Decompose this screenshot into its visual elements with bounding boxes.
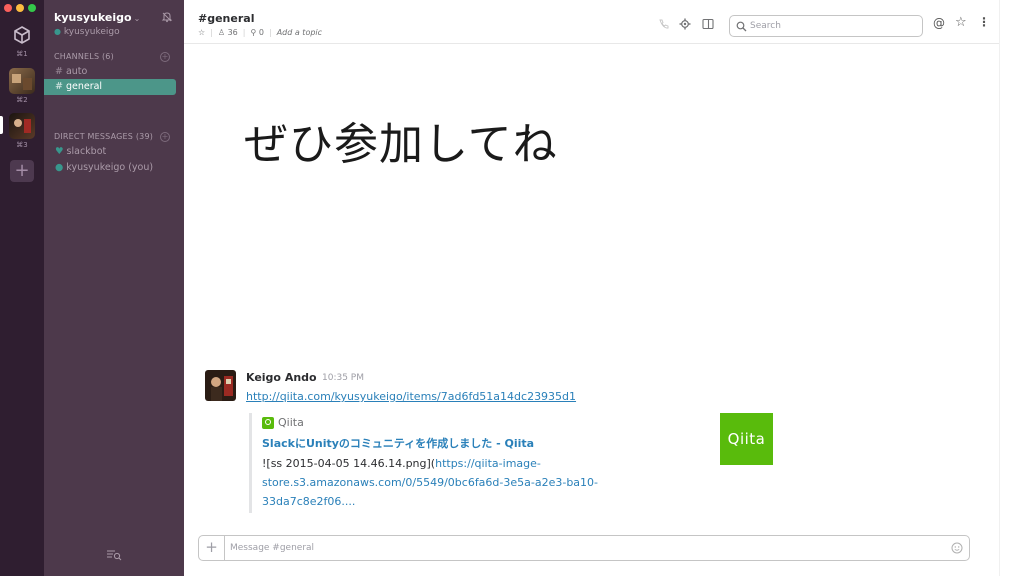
attachment-service-name: Qiita <box>278 416 304 429</box>
add-dm-button[interactable]: + <box>160 132 170 142</box>
avatar[interactable] <box>205 370 236 401</box>
person-icon: ♙ <box>217 28 226 37</box>
presence-active-icon: ● <box>55 162 64 173</box>
dm-label: slackbot <box>66 146 107 157</box>
sidebar-channel-general[interactable]: # general <box>44 79 176 95</box>
window-controls <box>4 4 36 12</box>
team-avatar-icon <box>12 74 32 90</box>
user-avatar-icon <box>205 370 236 401</box>
search-box[interactable] <box>729 15 923 37</box>
star-icon[interactable]: ☆ <box>198 28 205 37</box>
hash-icon: # <box>55 66 63 77</box>
channel-label: general <box>65 81 103 92</box>
add-attachment-button[interactable]: + <box>199 536 225 560</box>
pins-count[interactable]: ⚲ 0 <box>250 28 264 37</box>
add-channel-button[interactable]: + <box>160 52 170 62</box>
starred-items-icon[interactable]: ☆ <box>955 15 967 30</box>
link-preview-attachment: Qiita SlackにUnityのコミュニティを作成しました - Qiita … <box>249 413 789 513</box>
qiita-favicon-icon <box>262 416 274 429</box>
members-count-value: 36 <box>227 28 238 37</box>
heart-icon: ♥ <box>55 146 64 157</box>
channel-label: auto <box>65 66 88 77</box>
quick-switcher-icon[interactable] <box>106 549 122 561</box>
dm-count: (39) <box>135 132 154 141</box>
channels-header-label: CHANNELS <box>54 52 100 61</box>
close-window-button[interactable] <box>4 4 12 12</box>
channel-sidebar: kyusyukeigo ⌄ ● kyusyukeigo CHANNELS (6) … <box>44 0 184 576</box>
channel-header: #general ☆ | ♙ 36 | ⚲ 0 | Add a topic @ … <box>184 0 999 44</box>
team-shortcut: ⌘1 <box>16 50 28 58</box>
notification-bell-icon[interactable] <box>161 11 173 23</box>
direct-messages-header[interactable]: DIRECT MESSAGES (39) <box>54 132 153 141</box>
channel-title[interactable]: #general <box>198 12 254 25</box>
channels-count: (6) <box>101 52 114 61</box>
attachment-text: ![ss 2015-04-05 14.46.14.png](https://qi… <box>262 454 662 511</box>
current-user[interactable]: ● kyusyukeigo <box>54 27 120 37</box>
search-icon <box>736 21 747 32</box>
dm-label: kyusyukeigo (you) <box>66 162 154 173</box>
more-options-icon[interactable]: ⋮ <box>978 15 990 29</box>
team-switcher: ⌘1 ⌘2 ⌘3 + <box>0 0 44 576</box>
sidebar-dm-self[interactable]: ● kyusyukeigo (you) <box>44 160 176 176</box>
minimize-window-button[interactable] <box>16 4 24 12</box>
message-composer: + <box>198 535 970 561</box>
sidebar-channel-auto[interactable]: # auto <box>44 64 176 80</box>
message-input[interactable] <box>230 541 940 555</box>
add-topic-link[interactable]: Add a topic <box>277 28 322 37</box>
right-rail <box>999 0 1024 576</box>
team-tile-unity[interactable] <box>9 22 35 48</box>
attachment-thumbnail[interactable]: Qiita <box>720 413 773 465</box>
message-link[interactable]: http://qiita.com/kyusyukeigo/items/7ad6f… <box>246 390 576 403</box>
pins-count-value: 0 <box>258 28 264 37</box>
large-message-text: ぜひ参加してね <box>244 119 558 170</box>
current-user-name: kyusyukeigo <box>63 27 120 37</box>
team-tile-3[interactable] <box>9 113 35 139</box>
zoom-window-button[interactable] <box>28 4 36 12</box>
message-sender[interactable]: Keigo Ando <box>246 371 317 384</box>
sidebar-dm-slackbot[interactable]: ♥ slackbot <box>44 144 176 160</box>
mentions-icon[interactable]: @ <box>933 16 945 30</box>
channels-header[interactable]: CHANNELS (6) <box>54 52 114 61</box>
active-team-indicator <box>0 116 3 134</box>
phone-icon[interactable] <box>658 18 670 30</box>
attachment-service: Qiita <box>262 416 304 429</box>
add-team-button[interactable]: + <box>10 160 34 182</box>
team-avatar-icon <box>14 119 31 133</box>
unity-logo-icon <box>14 26 30 44</box>
gear-icon[interactable] <box>679 18 691 30</box>
team-shortcut: ⌘3 <box>16 141 28 149</box>
dm-header-label: DIRECT MESSAGES <box>54 132 134 141</box>
search-input[interactable] <box>750 19 915 33</box>
attachment-title[interactable]: SlackにUnityのコミュニティを作成しました - Qiita <box>262 435 534 451</box>
chevron-down-icon: ⌄ <box>133 14 141 23</box>
team-shortcut: ⌘2 <box>16 96 28 104</box>
members-count[interactable]: ♙ 36 <box>218 28 238 37</box>
attachment-text-prefix: ![ss 2015-04-05 14.46.14.png]( <box>262 457 436 470</box>
presence-active-icon: ● <box>54 27 61 36</box>
message-timestamp[interactable]: 10:35 PM <box>322 373 364 383</box>
team-menu[interactable]: kyusyukeigo ⌄ <box>54 11 140 24</box>
team-name: kyusyukeigo <box>54 11 132 24</box>
hash-icon: # <box>55 81 63 92</box>
pin-icon: ⚲ <box>250 28 257 37</box>
emoji-icon[interactable] <box>951 542 963 554</box>
channel-meta: ☆ | ♙ 36 | ⚲ 0 | Add a topic <box>198 28 323 37</box>
team-tile-2[interactable] <box>9 68 35 94</box>
sidebar-toggle-icon[interactable] <box>702 18 714 30</box>
